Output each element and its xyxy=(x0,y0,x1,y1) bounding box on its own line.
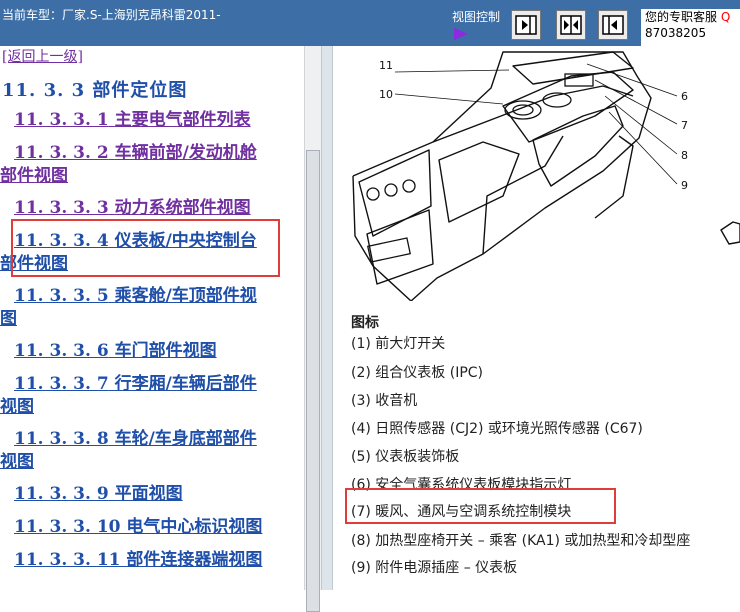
lower-panel xyxy=(366,209,434,285)
view-right-only-button[interactable] xyxy=(511,10,541,40)
legend-item-9: (9) 附件电源插座 – 仪表板 xyxy=(351,560,518,576)
toc-link[interactable]: 11. 3. 3. 6 车门部件视图 xyxy=(0,341,217,361)
toc-item-powertrain-view[interactable]: 11. 3. 3. 3 动力系统部件视图 xyxy=(0,197,290,220)
side-storage xyxy=(532,105,624,187)
toc-link[interactable]: 11. 3. 3. 7 行李厢/车辆后部件 视图 xyxy=(0,374,257,417)
toc-item-wheel-underbody-view[interactable]: 11. 3. 3. 8 车轮/车身底部部件 视图 xyxy=(0,428,290,474)
knob-3 xyxy=(402,179,416,193)
support-number: 87038205 xyxy=(645,26,707,40)
highlight-box-legend xyxy=(345,488,616,524)
toc-item-connector-end-view[interactable]: 11. 3. 3. 11 部件连接器端视图 xyxy=(0,549,290,572)
side-rail xyxy=(482,135,564,255)
callout-10: 10 xyxy=(379,88,393,101)
toc-item-front-engine-view[interactable]: 11. 3. 3. 2 车辆前部/发动机舱 部件视图 xyxy=(0,142,290,188)
support-contact[interactable]: 您的专职客服 Q 87038205 xyxy=(641,9,740,46)
top-toolbar: 当前车型：厂家.S-上海别克昂科雷2011- 视图控制 您的专职客服 Q 870… xyxy=(0,0,740,46)
toc-link[interactable]: 11. 3. 3. 3 动力系统部件视图 xyxy=(0,198,251,218)
toc-item-electrical-center-view[interactable]: 11. 3. 3. 10 电气中心标识视图 xyxy=(0,516,290,539)
collapse-left-icon xyxy=(515,15,537,35)
legend-item-4: (4) 日照传感器 (CJ2) 或环境光照传感器 (C67) xyxy=(351,421,643,437)
section-title: 11. 3. 3 部件定位图 xyxy=(2,80,188,101)
callout-11: 11 xyxy=(379,59,393,72)
knob-1 xyxy=(366,187,380,201)
toc-link[interactable]: 11. 3. 3. 8 车轮/车身底部部件 视图 xyxy=(0,429,257,472)
toc-item-cabin-roof-view[interactable]: 11. 3. 3. 5 乘客舱/车顶部件视图 xyxy=(0,285,290,331)
toc-scrollbar[interactable] xyxy=(304,46,322,612)
support-qq-link[interactable]: Q xyxy=(721,10,730,24)
callout-6: 6 xyxy=(681,90,688,103)
callout-9: 9 xyxy=(681,179,688,192)
support-label: 您的专职客服 xyxy=(645,10,718,24)
armrest-lid xyxy=(438,141,520,223)
view-split-button[interactable] xyxy=(556,10,586,40)
toc-item-trunk-rear-view[interactable]: 11. 3. 3. 7 行李厢/车辆后部件 视图 xyxy=(0,373,290,419)
split-view-icon xyxy=(560,15,582,35)
console-outer-outline xyxy=(352,51,652,301)
toc-link[interactable]: 11. 3. 3. 2 车辆前部/发动机舱 部件视图 xyxy=(0,143,257,186)
current-vehicle-label: 当前车型：厂家.S-上海别克昂科雷2011- xyxy=(2,8,221,22)
far-right-bracket xyxy=(720,221,740,245)
console-diagram: 11 10 6 7 8 9 xyxy=(352,51,740,301)
legend-item-2: (2) 组合仪表板 (IPC) xyxy=(351,365,484,381)
pane-splitter[interactable] xyxy=(321,46,333,590)
legend-item-8: (8) 加热型座椅开关 – 乘客 (KA1) 或加热型和冷却型座 xyxy=(351,533,691,549)
console-vent-panel xyxy=(512,51,634,85)
cup-holder-1 xyxy=(504,100,542,120)
toc-link[interactable]: 11. 3. 3. 11 部件连接器端视图 xyxy=(0,550,262,570)
legend-item-5: (5) 仪表板装饰板 xyxy=(351,449,460,465)
toc-pane: [返回上一级] 11. 3. 3 部件定位图 11. 3. 3. 1 主要电气部… xyxy=(0,46,304,590)
highlight-box-toc xyxy=(11,219,280,277)
legend-title: 图标 xyxy=(351,315,379,331)
callout-7: 7 xyxy=(681,119,688,132)
back-link[interactable]: [返回上一级] xyxy=(2,46,83,66)
collapse-right-icon xyxy=(602,15,624,35)
view-control-label: 视图控制 xyxy=(452,10,501,24)
toc-scrollbar-thumb[interactable] xyxy=(306,150,320,612)
knob-2 xyxy=(384,183,398,197)
toc-link[interactable]: 11. 3. 3. 9 平面视图 xyxy=(0,484,183,504)
legend-item-3: (3) 收音机 xyxy=(351,393,418,409)
toc-link[interactable]: 11. 3. 3. 5 乘客舱/车顶部件视图 xyxy=(0,286,257,329)
legend-item-1: (1) 前大灯开关 xyxy=(351,336,446,352)
toc-item-plan-view[interactable]: 11. 3. 3. 9 平面视图 xyxy=(0,483,290,506)
callout-8: 8 xyxy=(681,149,688,162)
toc-link[interactable]: 11. 3. 3. 10 电气中心标识视图 xyxy=(0,517,262,537)
switch-block xyxy=(367,237,411,263)
view-control-arrow-icon[interactable] xyxy=(454,28,468,40)
toc-item-door-view[interactable]: 11. 3. 3. 6 车门部件视图 xyxy=(0,340,290,363)
toc-link[interactable]: 11. 3. 3. 1 主要电气部件列表 xyxy=(0,110,251,130)
view-left-only-button[interactable] xyxy=(598,10,628,40)
toc-item-main-electrical-list[interactable]: 11. 3. 3. 1 主要电气部件列表 xyxy=(0,109,290,132)
